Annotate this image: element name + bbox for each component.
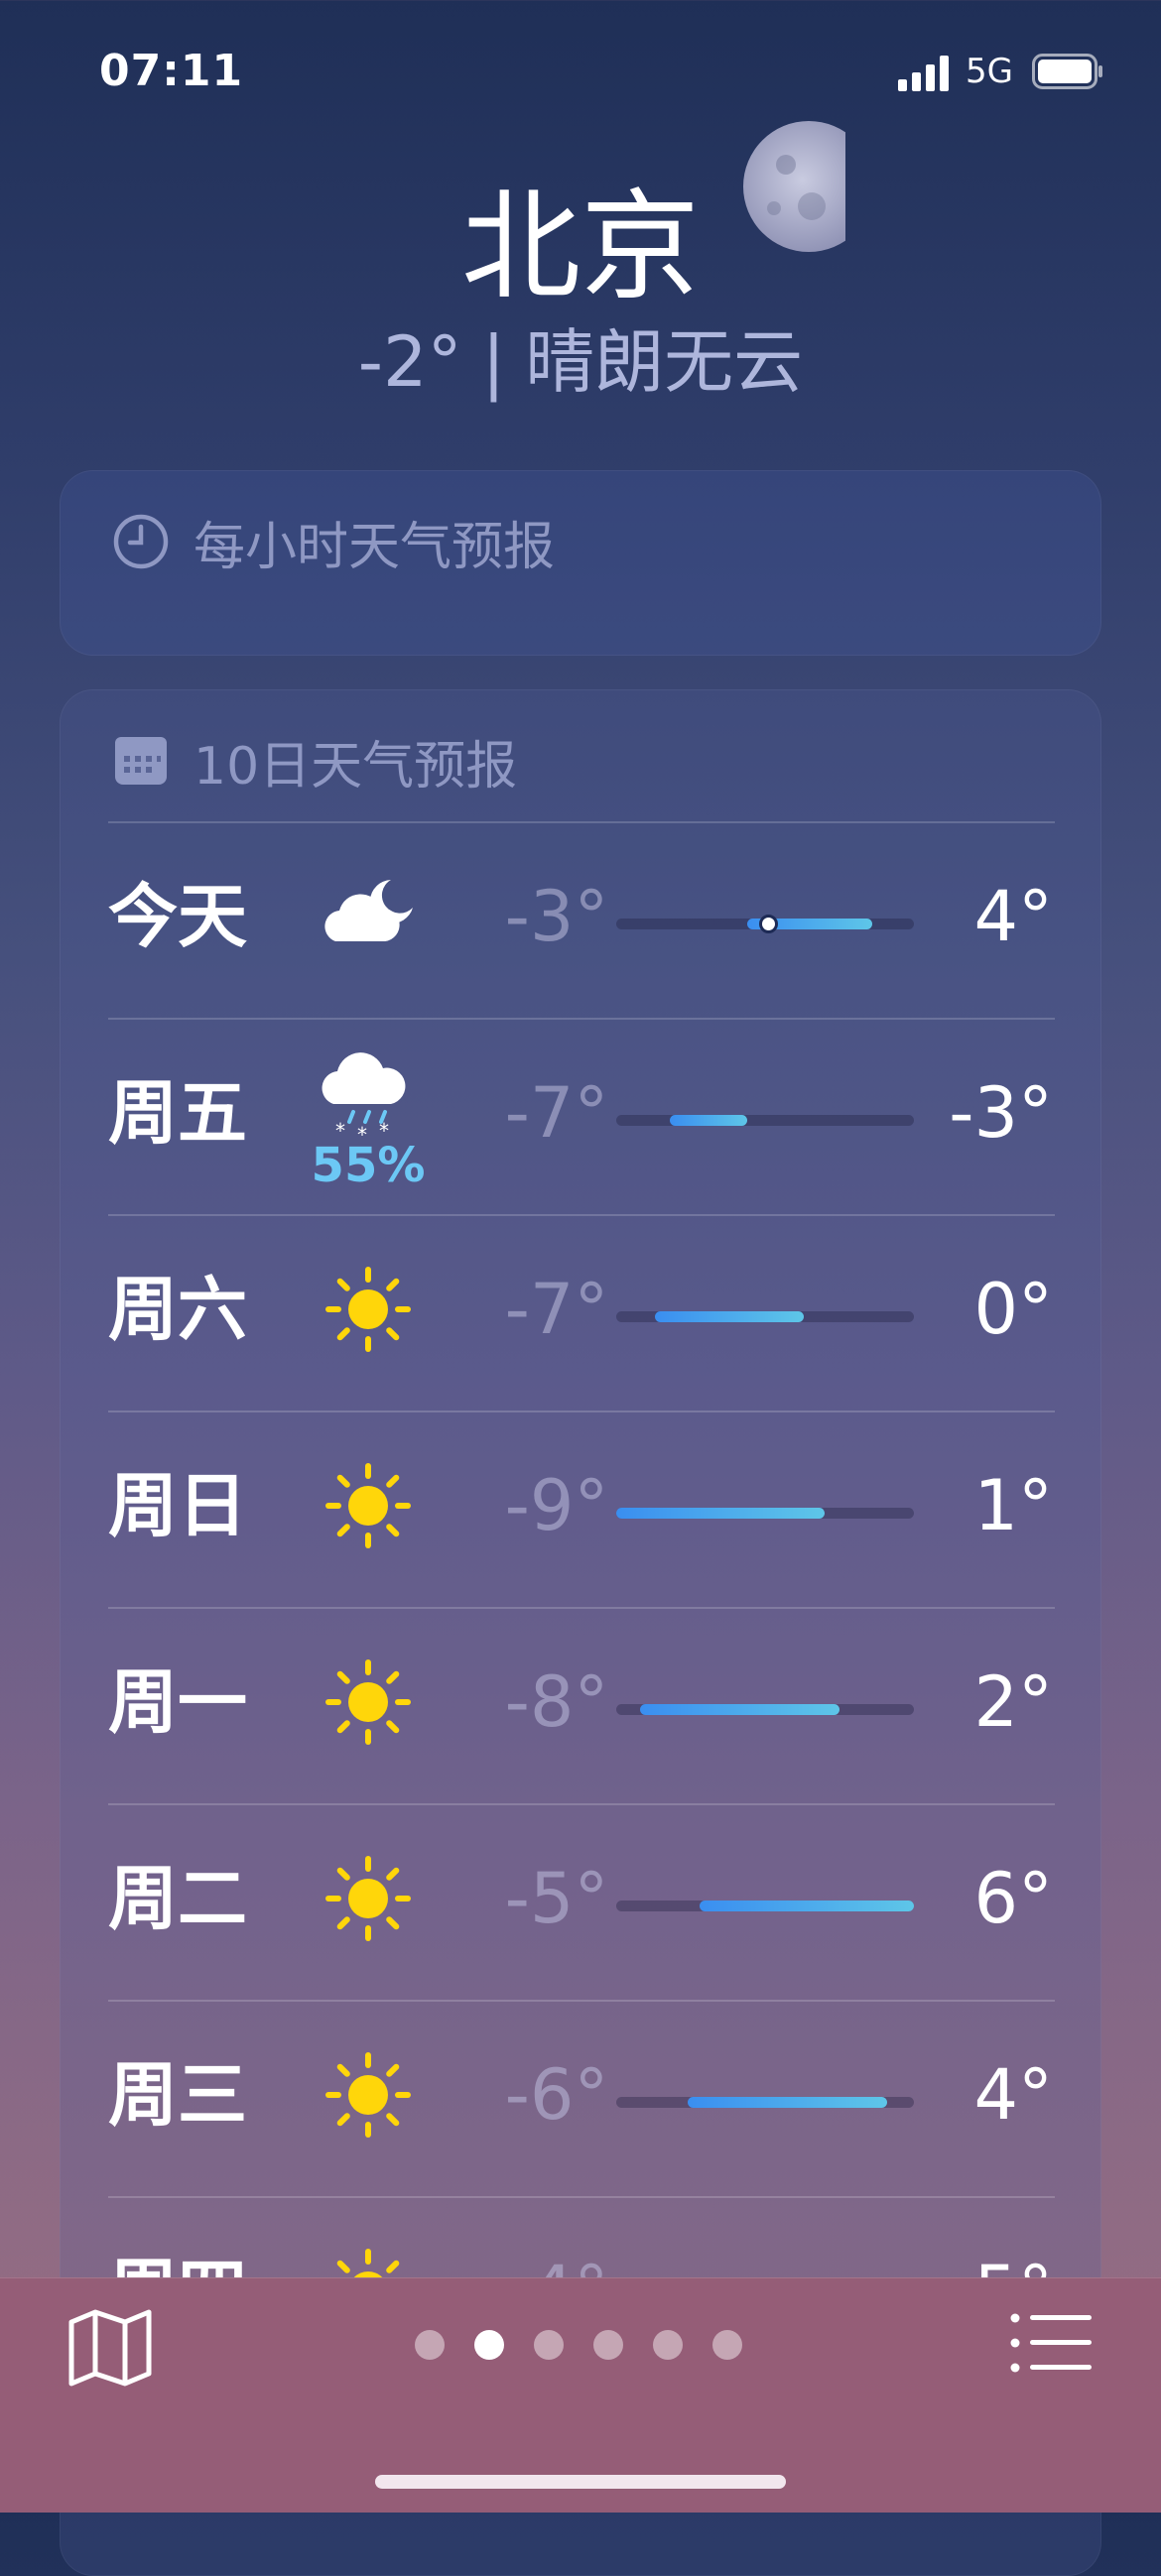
temp-range-fill [688, 2097, 887, 2108]
day-label: 周三 [108, 2054, 247, 2136]
temp-range-fill [655, 1311, 804, 1322]
sun-icon [314, 1648, 423, 1757]
low-temp: -6° [504, 2054, 609, 2136]
day-label: 周六 [108, 1269, 247, 1350]
daily-row[interactable]: 今天 -3° 4° [61, 822, 1100, 1019]
summary-separator: | [481, 321, 506, 403]
day-label: 周五 [108, 1072, 247, 1154]
page-dot[interactable] [534, 2330, 564, 2360]
temp-range-fill [640, 1704, 839, 1715]
low-temp: -8° [504, 1661, 609, 1743]
page-indicator[interactable] [415, 2330, 752, 2360]
temp-range-bar [616, 915, 914, 933]
sun-icon [314, 1255, 423, 1364]
high-temp: 4° [973, 876, 1053, 957]
cloud-moon-icon [314, 862, 423, 971]
city-name: 北京 [461, 179, 700, 316]
temp-range-bar [616, 1508, 914, 1519]
hourly-forecast-card[interactable]: 每小时天气预报 [60, 470, 1101, 656]
daily-row[interactable]: 周一 -8° 2° [61, 1608, 1100, 1804]
location-arrow-dot[interactable] [415, 2330, 445, 2360]
high-temp: 0° [973, 1269, 1053, 1350]
day-label: 周二 [108, 1858, 247, 1939]
low-temp: -5° [504, 1858, 609, 1939]
sun-icon [314, 1844, 423, 1953]
current-summary: -2° | 晴朗无云 [0, 317, 1161, 407]
temp-range-bar [616, 1311, 914, 1322]
clock-icon [113, 514, 169, 569]
daily-row[interactable]: 周六 -7° 0° [61, 1215, 1100, 1411]
page-dot[interactable] [474, 2330, 504, 2360]
calendar-icon [115, 737, 167, 785]
temp-range-bar [616, 2097, 914, 2108]
status-bar: 07:11 5G [0, 0, 1161, 139]
sun-icon [314, 2040, 423, 2149]
temp-range-bar [616, 1115, 914, 1126]
low-temp: -7° [504, 1269, 609, 1350]
high-temp: -3° [949, 1072, 1053, 1154]
temp-range-fill [616, 1508, 825, 1519]
map-icon[interactable] [67, 2308, 153, 2388]
daily-row[interactable]: 周五 * * * 55% -7° -3° [61, 1019, 1100, 1215]
status-time: 07:11 [99, 46, 244, 96]
high-temp: 6° [973, 1858, 1053, 1939]
day-label: 今天 [108, 876, 247, 957]
home-indicator[interactable] [375, 2475, 786, 2489]
daily-row[interactable]: 周日 -9° 1° [61, 1411, 1100, 1608]
current-temp: -2° [357, 321, 462, 403]
high-temp: 4° [973, 2054, 1053, 2136]
list-icon[interactable] [1010, 2312, 1094, 2374]
temp-range-fill [700, 1901, 914, 1911]
low-temp: -3° [504, 876, 609, 957]
bottom-toolbar [0, 2277, 1161, 2513]
sun-icon [314, 1451, 423, 1560]
day-label: 周一 [108, 1661, 247, 1743]
day-label: 周日 [108, 1465, 247, 1546]
network-label: 5G [966, 52, 1013, 91]
hourly-title: 每小时天气预报 [194, 517, 556, 577]
temp-range-bar [616, 1704, 914, 1715]
page-dot[interactable] [653, 2330, 683, 2360]
daily-title: 10日天气预报 [194, 736, 518, 797]
temp-range-bar [616, 1901, 914, 1911]
daily-row[interactable]: 周二 -5° 6° [61, 1804, 1100, 2001]
current-temp-marker [759, 915, 778, 933]
battery-icon [1032, 54, 1102, 89]
hourly-header: 每小时天气预报 [112, 507, 556, 577]
temp-range-fill [670, 1115, 747, 1126]
low-temp: -7° [504, 1072, 609, 1154]
cloud-snow-icon: * * * [314, 1039, 423, 1148]
high-temp: 2° [973, 1661, 1053, 1743]
page-dot[interactable] [593, 2330, 623, 2360]
daily-row[interactable]: 周三 -6° 4° [61, 2001, 1100, 2197]
page-dot[interactable] [712, 2330, 742, 2360]
precip-chance: 55% [311, 1138, 426, 1193]
low-temp: -9° [504, 1465, 609, 1546]
current-condition: 晴朗无云 [525, 321, 804, 403]
daily-header: 10日天气预报 [112, 726, 518, 797]
high-temp: 1° [973, 1465, 1053, 1546]
signal-icon [898, 56, 949, 91]
